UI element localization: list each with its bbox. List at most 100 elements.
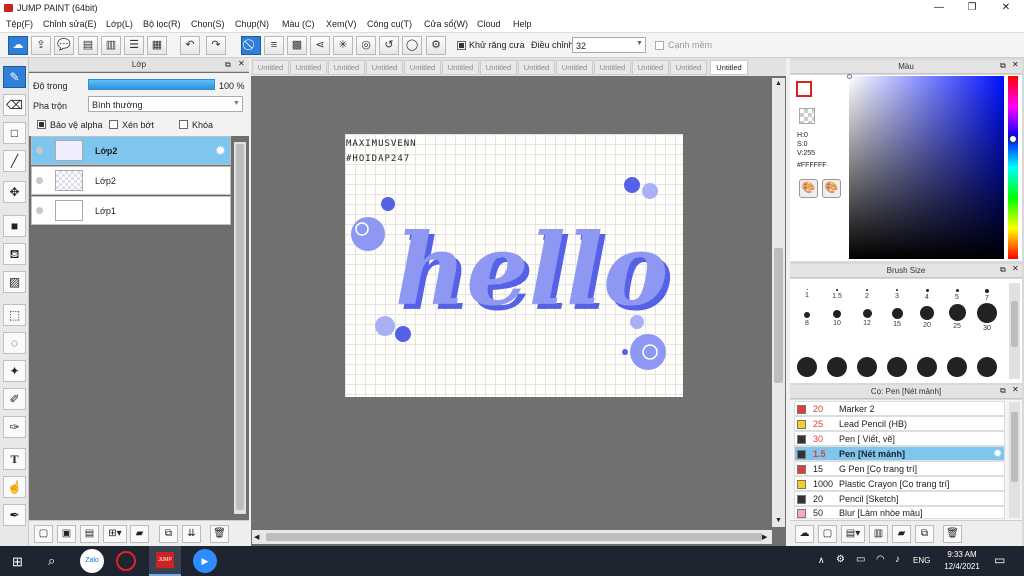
scroll-up-icon[interactable]: ▲ xyxy=(775,80,782,87)
brush-row[interactable]: 20 Pencil [Sketch] xyxy=(794,491,1005,506)
brush-size-cell[interactable] xyxy=(853,357,881,377)
brush-size-cell[interactable] xyxy=(883,357,911,377)
speech-bubble-icon[interactable]: 💬 xyxy=(54,36,74,55)
brush-size-cell[interactable]: 8 xyxy=(793,312,821,327)
gradient-tool-icon[interactable]: ▨ xyxy=(3,271,26,293)
palette-settings-icon[interactable]: 🎨 xyxy=(822,179,841,198)
opacity-slider[interactable] xyxy=(88,79,215,90)
document-tab-active[interactable]: Untitled xyxy=(710,60,748,75)
scroll-left-icon[interactable]: ◀ xyxy=(254,533,259,541)
merge-layer-icon[interactable]: ⇊ xyxy=(182,525,201,543)
document-tab[interactable]: Untitled xyxy=(442,60,479,75)
brush-size-cell[interactable]: 25 xyxy=(943,304,971,330)
antialias-checkbox[interactable] xyxy=(457,41,466,50)
rectangle-tool-icon[interactable]: □ xyxy=(3,122,26,144)
duplicate-layer-icon[interactable]: ⧉ xyxy=(159,525,178,543)
properties-icon[interactable]: ☰ xyxy=(124,36,144,55)
menu-tools[interactable]: Công cụ(T) xyxy=(367,19,412,29)
gear-icon[interactable]: ⚙ xyxy=(836,554,845,565)
document-tab[interactable]: Untitled xyxy=(632,60,669,75)
brush-row[interactable]: 20 Marker 2 xyxy=(794,401,1005,416)
maximize-button[interactable]: ❐ xyxy=(955,0,989,16)
brush-size-cell[interactable] xyxy=(823,357,851,377)
fill-shape-tool-icon[interactable]: ■ xyxy=(3,215,26,237)
ruler-settings-icon[interactable]: ⚙ xyxy=(426,36,446,55)
scroll-right-icon[interactable]: ▶ xyxy=(762,533,767,541)
language-indicator[interactable]: ENG xyxy=(913,556,930,565)
drawing-canvas[interactable]: MAXIMUSVENN #HOIDAP247 hello hello xyxy=(345,134,683,397)
layer-settings-gear-icon[interactable]: ✹ xyxy=(215,143,226,159)
brush-row[interactable]: 1000 Plastic Crayon [Cọ trang trí] xyxy=(794,476,1005,491)
page-icon[interactable]: ▥ xyxy=(101,36,121,55)
delete-brush-icon[interactable]: 🗑 xyxy=(943,525,962,543)
brush-size-cell[interactable]: 12 xyxy=(853,309,881,327)
folder-icon[interactable]: ▰ xyxy=(130,525,149,543)
document-tab[interactable]: Untitled xyxy=(366,60,403,75)
panel-float-icon[interactable]: ⧉ xyxy=(1000,265,1006,275)
protect-alpha-checkbox[interactable] xyxy=(37,120,46,129)
brush-row-selected[interactable]: 1.5 Pen [Nét mảnh] ✹ xyxy=(794,446,1005,461)
notification-icon[interactable]: ▭ xyxy=(994,553,1005,567)
brush-size-cell[interactable]: 15 xyxy=(883,308,911,328)
menu-view[interactable]: Xem(V) xyxy=(326,19,357,29)
document-tab[interactable]: Untitled xyxy=(404,60,441,75)
menu-color[interactable]: Màu (C) xyxy=(282,19,315,29)
brush-size-scrollbar[interactable] xyxy=(1009,283,1020,379)
perspective-icon[interactable]: ⋖ xyxy=(310,36,330,55)
layer-scroll-thumb[interactable] xyxy=(236,144,244,510)
adjust-input[interactable]: 32 xyxy=(572,37,646,53)
brush-size-scroll-thumb[interactable] xyxy=(1011,301,1018,347)
zalo-app-icon[interactable]: Zalo xyxy=(80,549,104,573)
brush-row[interactable]: 25 Lead Pencil (HB) xyxy=(794,416,1005,431)
panel-float-icon[interactable]: ⧉ xyxy=(225,60,231,70)
panel-close-icon[interactable]: ✕ xyxy=(1012,385,1019,394)
menu-file[interactable]: Tệp(F) xyxy=(6,19,33,29)
blend-dropdown-icon[interactable]: ▼ xyxy=(233,100,240,107)
eyedropper-tool-icon[interactable]: ✒ xyxy=(3,504,26,526)
hue-slider[interactable] xyxy=(1008,76,1018,259)
brush-size-cell[interactable] xyxy=(913,357,941,377)
color-picker-cursor[interactable] xyxy=(847,74,852,79)
brush-properties-icon[interactable]: ▥ xyxy=(869,525,888,543)
line-tool-icon[interactable]: ╱ xyxy=(3,150,26,172)
brush-size-cell[interactable] xyxy=(793,357,821,377)
new-halftone-layer-icon[interactable]: ▤ xyxy=(80,525,99,543)
layer-row[interactable]: Lớp2 ✹ xyxy=(31,136,231,165)
hand-tool-icon[interactable]: ☝ xyxy=(3,476,26,498)
clip-checkbox[interactable] xyxy=(109,120,118,129)
brush-size-cell[interactable]: 2 xyxy=(853,289,881,300)
battery-icon[interactable]: ▭ xyxy=(856,554,865,565)
foreground-color-swatch[interactable] xyxy=(796,81,812,97)
brush-size-cell[interactable]: 30 xyxy=(973,303,1001,332)
text-tool-icon[interactable]: T xyxy=(3,448,26,470)
canvas-vscroll-thumb[interactable] xyxy=(774,248,783,383)
snap-off-icon[interactable]: ⃠ xyxy=(241,36,261,55)
lock-checkbox[interactable] xyxy=(179,120,188,129)
document-tab[interactable]: Untitled xyxy=(328,60,365,75)
brush-list-scroll-thumb[interactable] xyxy=(1011,412,1018,482)
brush-row[interactable]: 30 Pen [ Viết, vẽ] xyxy=(794,431,1005,446)
parallel-ruler-icon[interactable]: ≡ xyxy=(264,36,284,55)
wifi-icon[interactable]: ◠ xyxy=(876,554,885,565)
show-hidden-icons[interactable]: ∧ xyxy=(818,555,825,566)
jump-paint-taskbar-item[interactable]: JUMP xyxy=(149,546,181,576)
smooth-checkbox[interactable] xyxy=(655,41,664,50)
brush-settings-gear-icon[interactable]: ✹ xyxy=(993,447,1002,460)
canvas-hscroll-thumb[interactable] xyxy=(266,533,762,541)
scroll-down-icon[interactable]: ▼ xyxy=(775,517,782,524)
brush-row[interactable]: 50 Blur [Làm nhòe màu] xyxy=(794,506,1005,519)
close-button[interactable]: ✕ xyxy=(989,0,1023,16)
brush-size-cell[interactable]: 20 xyxy=(913,306,941,329)
zoom-app-icon[interactable]: ▶ xyxy=(193,549,217,573)
panel-close-icon[interactable]: ✕ xyxy=(1012,264,1019,273)
document-tab[interactable]: Untitled xyxy=(290,60,327,75)
radial-ruler-icon[interactable]: ✳ xyxy=(333,36,353,55)
add-layer-menu-icon[interactable]: ⊞▾ xyxy=(103,525,127,543)
ellipse-ruler-icon[interactable]: ◯ xyxy=(402,36,422,55)
volume-icon[interactable]: ♪ xyxy=(895,554,900,565)
curve-ruler-icon[interactable]: ↺ xyxy=(379,36,399,55)
new-brush-icon[interactable]: ▢ xyxy=(818,525,837,543)
brush-row[interactable]: 15 G Pen [Cọ trang trí] xyxy=(794,461,1005,476)
transparent-color-swatch[interactable] xyxy=(799,108,815,124)
canvas-vertical-scrollbar[interactable]: ▲ ▼ xyxy=(772,78,785,527)
